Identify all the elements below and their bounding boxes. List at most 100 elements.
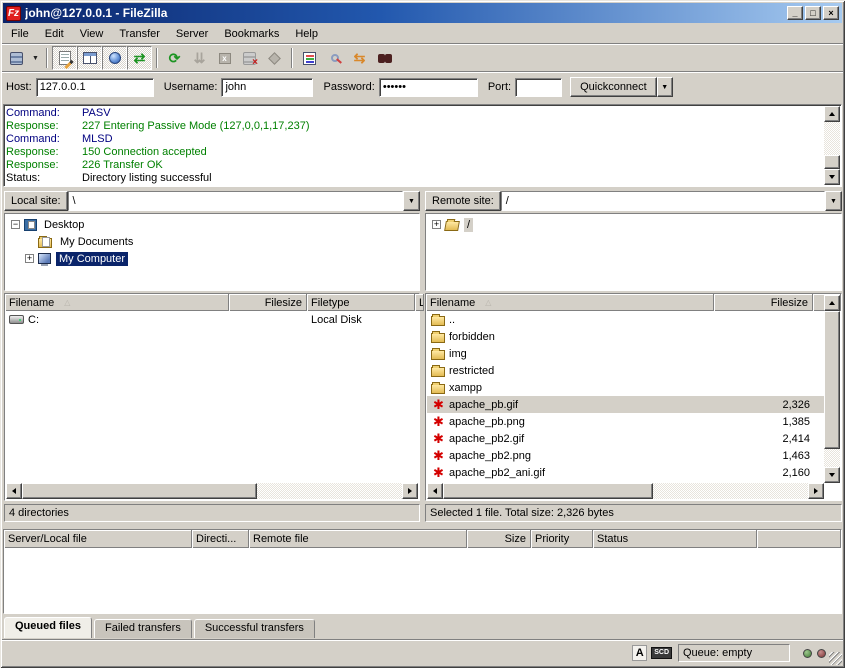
password-input[interactable] bbox=[379, 78, 478, 97]
tree-item-label: / bbox=[464, 218, 473, 232]
remote-file-row[interactable]: apache_pb2.png 1,463 bbox=[427, 447, 824, 464]
file-name: apache_pb2_ani.gif bbox=[449, 467, 545, 479]
tab-failed-transfers[interactable]: Failed transfers bbox=[94, 619, 192, 638]
scroll-thumb[interactable] bbox=[443, 483, 653, 499]
local-site-value: \ bbox=[73, 195, 76, 207]
remote-file-row[interactable]: .. bbox=[427, 311, 824, 328]
process-queue-button[interactable]: ⇊ bbox=[187, 46, 212, 70]
scroll-thumb[interactable] bbox=[22, 483, 257, 499]
log-line-label: Response: bbox=[6, 146, 82, 159]
queue-status-text: Queue: empty bbox=[683, 647, 752, 659]
menu-view[interactable]: View bbox=[72, 26, 112, 42]
remote-file-row-selected[interactable]: apache_pb.gif 2,326 bbox=[427, 396, 824, 413]
remote-hscrollbar[interactable] bbox=[427, 483, 824, 499]
sync-browse-button[interactable]: ⇆ bbox=[347, 46, 372, 70]
tree-item-root[interactable]: + / bbox=[426, 216, 841, 233]
scroll-thumb[interactable] bbox=[824, 311, 840, 449]
remote-file-row[interactable]: xampp bbox=[427, 379, 824, 396]
column-header-filename[interactable]: Filename △ bbox=[5, 294, 229, 311]
local-hscrollbar[interactable] bbox=[6, 483, 418, 499]
remote-site-dropdown[interactable]: ▼ bbox=[825, 191, 842, 211]
remote-file-list: Filename △ Filesize .. forbidden img res… bbox=[425, 293, 842, 501]
refresh-icon: ⟳ bbox=[169, 50, 181, 67]
scroll-thumb[interactable] bbox=[824, 155, 840, 169]
tree-item-desktop[interactable]: − Desktop bbox=[5, 216, 419, 233]
remote-file-row[interactable]: apache_pb.png 1,385 bbox=[427, 413, 824, 430]
scroll-down-button[interactable] bbox=[824, 169, 840, 185]
scroll-down-button[interactable] bbox=[824, 467, 840, 483]
column-header-size[interactable]: Size bbox=[467, 530, 531, 548]
menu-edit[interactable]: Edit bbox=[37, 26, 72, 42]
minimize-button[interactable]: _ bbox=[787, 6, 803, 20]
menu-transfer[interactable]: Transfer bbox=[111, 26, 168, 42]
column-header-filename[interactable]: Filename △ bbox=[426, 294, 714, 311]
remote-file-row[interactable]: apache_pb2.gif 2,414 bbox=[427, 430, 824, 447]
maximize-button[interactable]: □ bbox=[805, 6, 821, 20]
column-header-server-local-file[interactable]: Server/Local file bbox=[4, 530, 192, 548]
column-header-status[interactable]: Status bbox=[593, 530, 757, 548]
local-site-dropdown[interactable]: ▼ bbox=[403, 191, 420, 211]
host-input[interactable] bbox=[36, 78, 154, 97]
menu-server[interactable]: Server bbox=[168, 26, 216, 42]
reconnect-button[interactable] bbox=[262, 46, 287, 70]
disconnect-button[interactable]: × bbox=[237, 46, 262, 70]
remote-file-row[interactable]: img bbox=[427, 345, 824, 362]
expand-icon[interactable]: + bbox=[25, 254, 34, 263]
expand-icon[interactable]: + bbox=[432, 220, 441, 229]
local-file-row[interactable]: C: Local Disk bbox=[5, 311, 419, 328]
quickconnect-dropdown[interactable]: ▼ bbox=[657, 77, 673, 97]
column-header-filetype[interactable]: Filetype bbox=[307, 294, 415, 311]
toggle-local-tree-button[interactable] bbox=[77, 46, 102, 70]
username-input[interactable] bbox=[221, 78, 313, 97]
column-header-remote-file[interactable]: Remote file bbox=[249, 530, 467, 548]
site-manager-button[interactable] bbox=[4, 46, 29, 70]
refresh-button[interactable]: ⟳ bbox=[162, 46, 187, 70]
log-scrollbar[interactable] bbox=[824, 106, 840, 185]
column-header-filesize[interactable]: Filesize bbox=[229, 294, 307, 311]
app-logo-icon: Fz bbox=[6, 6, 21, 21]
toolbar-separator bbox=[156, 48, 158, 68]
toggle-log-button[interactable] bbox=[52, 46, 77, 70]
cancel-button[interactable]: x bbox=[212, 46, 237, 70]
menu-help[interactable]: Help bbox=[287, 26, 326, 42]
tree-item-my-documents[interactable]: My Documents bbox=[5, 233, 419, 250]
scroll-left-button[interactable] bbox=[427, 483, 443, 499]
local-tree-icon bbox=[83, 52, 97, 64]
tree-item-my-computer[interactable]: + My Computer bbox=[5, 250, 419, 267]
remote-file-row[interactable]: apache_pb2_ani.gif 2,160 bbox=[427, 464, 824, 481]
my-computer-icon bbox=[38, 253, 51, 264]
scroll-right-button[interactable] bbox=[402, 483, 418, 499]
scroll-left-button[interactable] bbox=[6, 483, 22, 499]
toggle-queue-button[interactable]: ⇄ bbox=[127, 46, 152, 70]
tab-successful-transfers[interactable]: Successful transfers bbox=[194, 619, 315, 638]
scroll-right-button[interactable] bbox=[808, 483, 824, 499]
port-input[interactable] bbox=[515, 78, 562, 97]
scroll-up-button[interactable] bbox=[824, 295, 840, 311]
column-header-priority[interactable]: Priority bbox=[531, 530, 593, 548]
title-bar[interactable]: Fz john@127.0.0.1 - FileZilla _ □ × bbox=[3, 3, 842, 23]
column-header-direction[interactable]: Directi... bbox=[192, 530, 249, 548]
compare-button[interactable] bbox=[322, 46, 347, 70]
menu-bookmarks[interactable]: Bookmarks bbox=[216, 26, 287, 42]
remote-file-row[interactable]: restricted bbox=[427, 362, 824, 379]
collapse-icon[interactable]: − bbox=[11, 220, 20, 229]
remote-vscrollbar[interactable] bbox=[824, 295, 840, 483]
column-header-lastmodified[interactable]: L bbox=[415, 294, 424, 311]
remote-file-row[interactable]: forbidden bbox=[427, 328, 824, 345]
toggle-remote-tree-button[interactable] bbox=[102, 46, 127, 70]
menu-file[interactable]: File bbox=[3, 26, 37, 42]
scroll-up-button[interactable] bbox=[824, 106, 840, 122]
tab-queued-files[interactable]: Queued files bbox=[4, 617, 92, 638]
image-file-icon bbox=[431, 415, 446, 428]
quickconnect-button[interactable]: Quickconnect bbox=[570, 77, 657, 97]
column-header-filesize[interactable]: Filesize bbox=[714, 294, 813, 311]
local-status-text: 4 directories bbox=[9, 507, 69, 519]
find-button[interactable] bbox=[372, 46, 397, 70]
close-button[interactable]: × bbox=[823, 6, 839, 20]
filter-button[interactable] bbox=[297, 46, 322, 70]
site-manager-dropdown[interactable]: ▼ bbox=[29, 46, 42, 70]
local-tree: − Desktop My Documents + My Computer bbox=[4, 213, 420, 291]
resize-grip[interactable] bbox=[829, 652, 842, 665]
local-site-combo[interactable]: \ bbox=[68, 191, 403, 211]
remote-site-combo[interactable]: / bbox=[501, 191, 825, 211]
